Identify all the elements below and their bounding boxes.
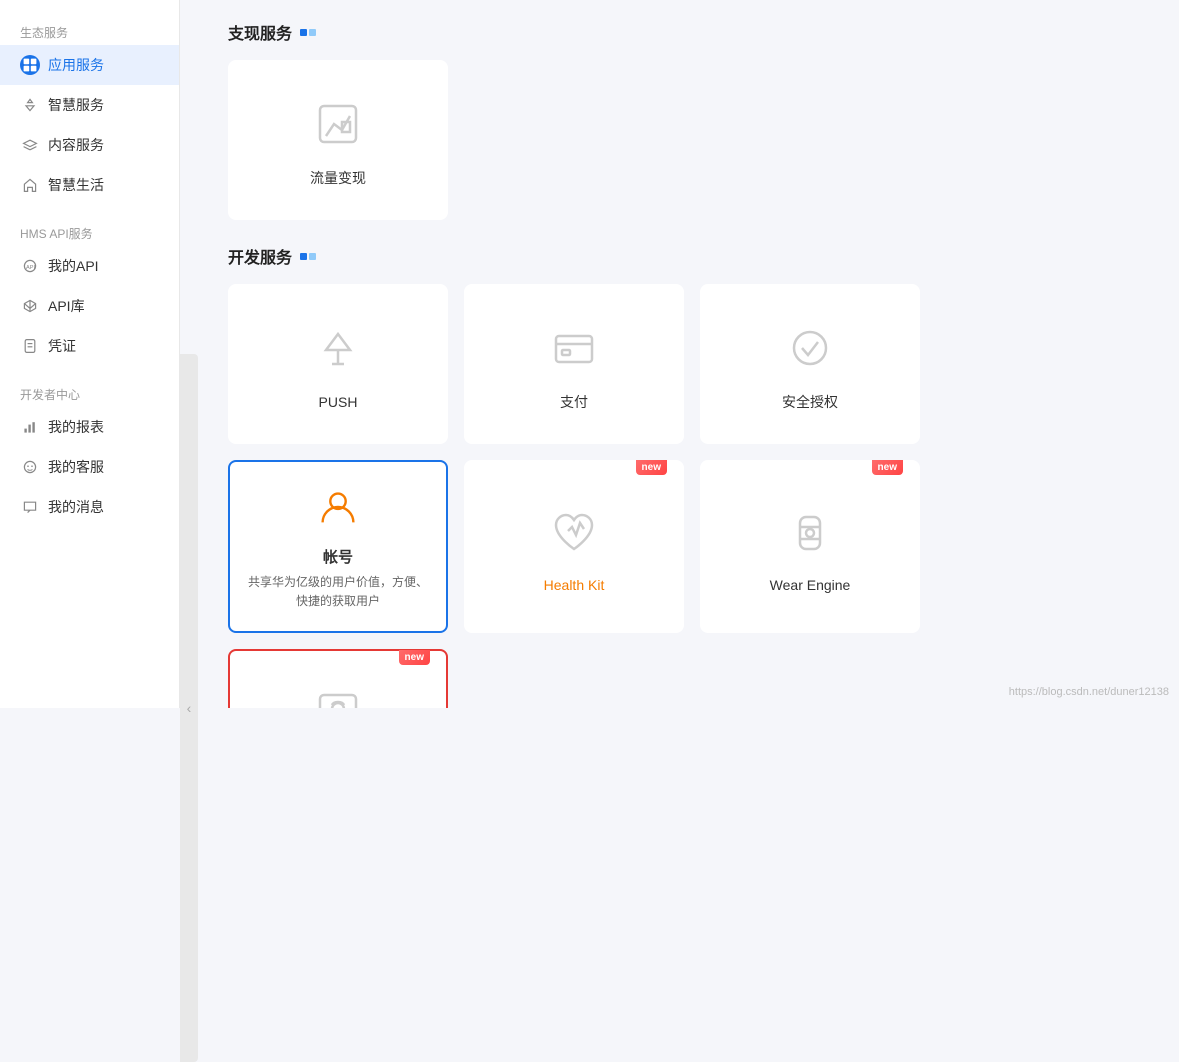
sidebar-item-label-my-message: 我的消息: [48, 497, 104, 517]
cube-icon: [20, 296, 40, 316]
card-push[interactable]: PUSH: [228, 284, 448, 444]
card-healthkit-title: Health Kit: [544, 577, 605, 593]
sidebar-item-my-message[interactable]: 我的消息: [0, 487, 179, 527]
wear-icon: [778, 501, 842, 565]
dev-services-grid: PUSH 支付 安全授权: [228, 284, 1149, 708]
layers-icon: [20, 135, 40, 155]
dot-blue-1: [300, 29, 307, 36]
sidebar-item-smart-life[interactable]: 智慧生活: [0, 165, 179, 205]
sidebar-item-label-my-service: 我的客服: [48, 457, 104, 477]
sidebar-item-label-api-library: API库: [48, 296, 85, 316]
sidebar-section-ecology: 生态服务: [0, 16, 179, 45]
health-icon: [542, 501, 606, 565]
sidebar-item-app-service[interactable]: 应用服务: [0, 45, 179, 85]
card-traffic-title: 流量变现: [310, 168, 366, 188]
card-pay[interactable]: 支付: [464, 284, 684, 444]
card-account[interactable]: 帐号 共享华为亿级的用户价值，方便、快捷的获取用户: [228, 460, 448, 633]
sidebar-section-dev-center: 开发者中心: [0, 378, 179, 407]
chart-icon: [20, 417, 40, 437]
collapse-icon: ‹: [187, 700, 192, 716]
dot-light-1: [309, 29, 316, 36]
chat-icon: [20, 497, 40, 517]
sidebar-item-label-smart-life: 智慧生活: [48, 175, 104, 195]
dev-dots: [300, 253, 316, 260]
support-services-grid: 流量变现: [228, 60, 1149, 220]
account-icon: [313, 482, 363, 538]
card-healthkit[interactable]: new Health Kit: [464, 460, 684, 633]
support-services-title: 支现服务: [228, 20, 292, 44]
sidebar-item-my-service[interactable]: 我的客服: [0, 447, 179, 487]
support-dots: [300, 29, 316, 36]
sidebar: 生态服务 应用服务 智慧服务 内容服务 智慧生活 HMS API服务 API 我…: [0, 0, 180, 708]
healthkit-new-badge: new: [636, 460, 667, 475]
grid-icon: [20, 55, 40, 75]
card-wearengine-title: Wear Engine: [770, 577, 851, 593]
sidebar-section-hms: HMS API服务: [0, 217, 179, 246]
wearengine-new-badge: new: [872, 460, 903, 475]
card-traffic[interactable]: 流量变现: [228, 60, 448, 220]
dev-services-header: 开发服务: [228, 244, 1149, 268]
pay-icon: [542, 316, 606, 380]
card-auth-title: 安全授权: [782, 392, 838, 412]
card-harmonyos[interactable]: new HarmonyOS开发者授权: [228, 649, 448, 708]
sidebar-item-label-my-api: 我的API: [48, 256, 99, 276]
sidebar-item-label-credential: 凭证: [48, 336, 76, 356]
harmony-icon: [306, 681, 370, 708]
doc-icon: [20, 336, 40, 356]
main-content: 支现服务 流量变现 开发服务: [198, 0, 1179, 708]
card-auth[interactable]: 安全授权: [700, 284, 920, 444]
auth-icon: [778, 316, 842, 380]
sidebar-collapse-button[interactable]: ‹: [180, 354, 198, 1062]
dev-services-title: 开发服务: [228, 244, 292, 268]
harmonyos-new-badge: new: [399, 650, 430, 665]
svg-text:API: API: [26, 265, 35, 271]
push-icon: [306, 318, 370, 382]
sidebar-item-my-report[interactable]: 我的报表: [0, 407, 179, 447]
sidebar-item-label-my-report: 我的报表: [48, 417, 104, 437]
sidebar-item-credential[interactable]: 凭证: [0, 326, 179, 366]
sidebar-item-label-smart-service: 智慧服务: [48, 95, 104, 115]
sidebar-item-content-service[interactable]: 内容服务: [0, 125, 179, 165]
traffic-icon: [306, 92, 370, 156]
support-services-header: 支现服务: [228, 20, 1149, 44]
sidebar-item-my-api[interactable]: API 我的API: [0, 246, 179, 286]
sidebar-item-smart-service[interactable]: 智慧服务: [0, 85, 179, 125]
face-icon: [20, 457, 40, 477]
home-icon: [20, 175, 40, 195]
sidebar-item-api-library[interactable]: API库: [0, 286, 179, 326]
dot-light-2: [309, 253, 316, 260]
sidebar-item-label-app-service: 应用服务: [48, 55, 104, 75]
watermark: https://blog.csdn.net/duner12138: [1009, 686, 1169, 698]
card-pay-title: 支付: [560, 392, 588, 412]
diamond-icon: [20, 95, 40, 115]
card-account-subtitle: 共享华为亿级的用户价值，方便、快捷的获取用户: [246, 573, 430, 611]
sidebar-item-label-content-service: 内容服务: [48, 135, 104, 155]
card-wearengine[interactable]: new Wear Engine: [700, 460, 920, 633]
dot-blue-2: [300, 253, 307, 260]
api-icon: API: [20, 256, 40, 276]
card-account-title: 帐号: [323, 546, 353, 567]
card-push-title: PUSH: [319, 394, 358, 410]
